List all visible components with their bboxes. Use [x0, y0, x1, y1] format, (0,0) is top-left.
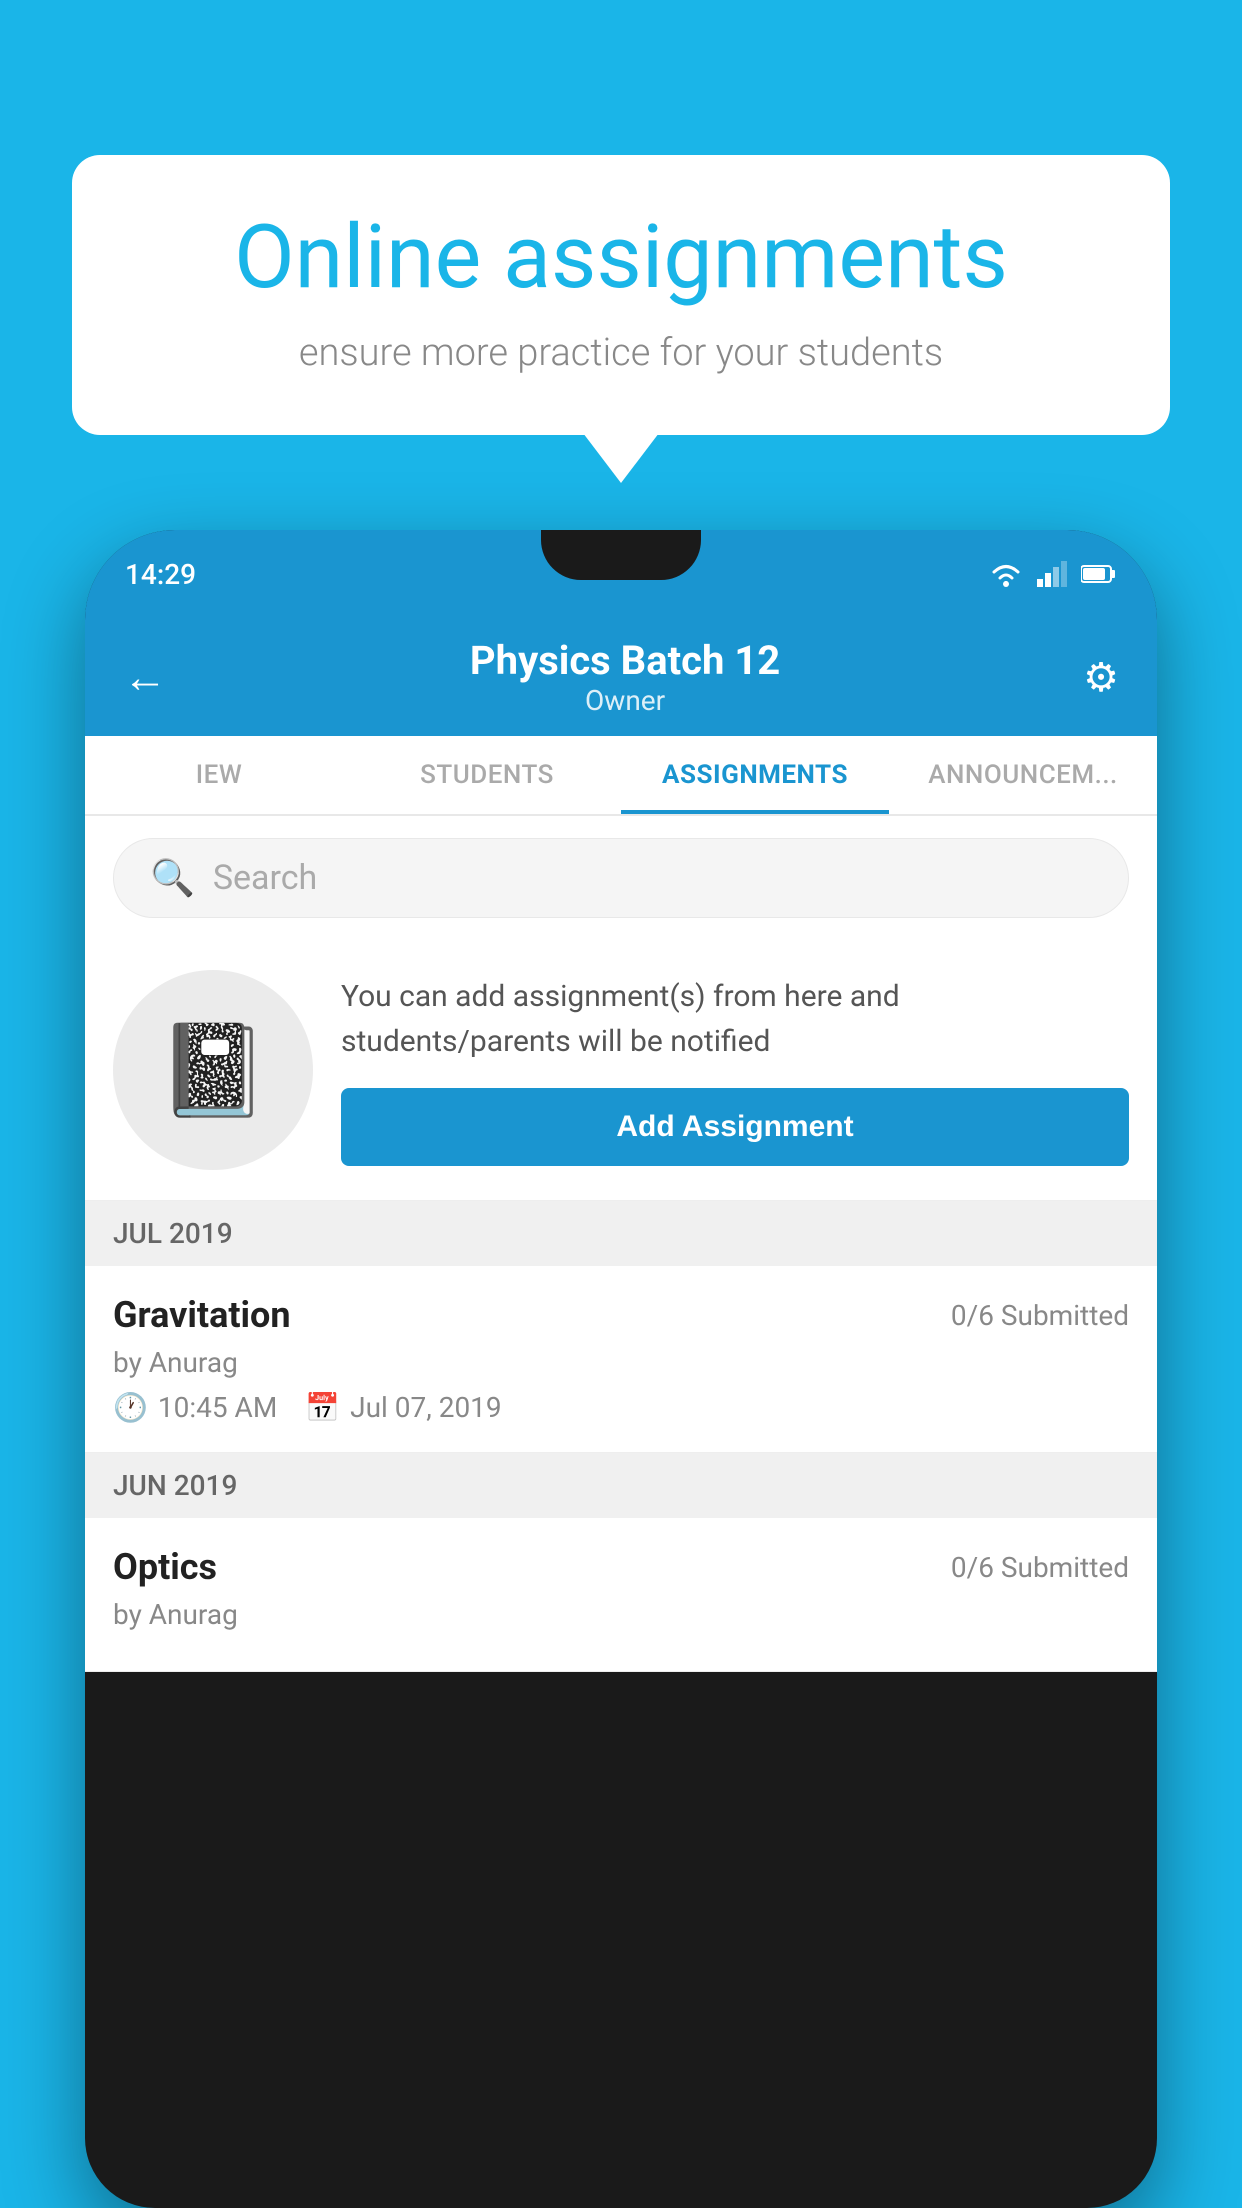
- assignment-author-optics: by Anurag: [113, 1598, 1129, 1631]
- promo-icon-circle: 📓: [113, 970, 313, 1170]
- promo-right: You can add assignment(s) from here and …: [341, 974, 1129, 1166]
- assignment-submitted-gravitation: 0/6 Submitted: [951, 1299, 1129, 1332]
- assignment-submitted-optics: 0/6 Submitted: [951, 1551, 1129, 1584]
- status-time: 14:29: [125, 558, 196, 591]
- speech-bubble: Online assignments ensure more practice …: [72, 155, 1170, 435]
- assignment-author-gravitation: by Anurag: [113, 1346, 1129, 1379]
- search-placeholder: Search: [213, 858, 317, 898]
- phone-frame: 14:29: [85, 530, 1157, 2208]
- promo-section: 📓 You can add assignment(s) from here an…: [85, 940, 1157, 1201]
- assignment-time-gravitation: 10:45 AM: [158, 1391, 277, 1424]
- notch: [541, 530, 701, 580]
- header-title-group: Physics Batch 12 Owner: [167, 637, 1083, 717]
- speech-bubble-subtitle: ensure more practice for your students: [142, 331, 1100, 375]
- search-icon: 🔍: [150, 857, 195, 899]
- assignment-item-top-optics: Optics 0/6 Submitted: [113, 1546, 1129, 1588]
- app-header: ← Physics Batch 12 Owner ⚙: [85, 618, 1157, 736]
- notebook-icon: 📓: [157, 1018, 269, 1123]
- tab-iew[interactable]: IEW: [85, 736, 353, 814]
- search-bar[interactable]: 🔍 Search: [113, 838, 1129, 918]
- section-header-jul: JUL 2019: [85, 1201, 1157, 1266]
- section-header-jun: JUN 2019: [85, 1453, 1157, 1518]
- signal-icon: [1037, 561, 1067, 587]
- settings-button[interactable]: ⚙: [1083, 654, 1119, 701]
- add-assignment-button[interactable]: Add Assignment: [341, 1088, 1129, 1166]
- tab-announcements[interactable]: ANNOUNCEM...: [889, 736, 1157, 814]
- assignment-meta-gravitation: 🕐 10:45 AM 📅 Jul 07, 2019: [113, 1391, 1129, 1424]
- meta-date-gravitation: 📅 Jul 07, 2019: [305, 1391, 501, 1424]
- header-title: Physics Batch 12: [167, 637, 1083, 684]
- battery-icon: [1081, 563, 1117, 585]
- status-bar: 14:29: [85, 530, 1157, 618]
- status-icons: [989, 561, 1117, 587]
- assignment-title-gravitation: Gravitation: [113, 1294, 291, 1336]
- assignment-title-optics: Optics: [113, 1546, 217, 1588]
- meta-time-gravitation: 🕐 10:45 AM: [113, 1391, 277, 1424]
- assignment-item-optics[interactable]: Optics 0/6 Submitted by Anurag: [85, 1518, 1157, 1672]
- calendar-icon: 📅: [305, 1391, 340, 1424]
- wifi-icon: [989, 561, 1023, 587]
- promo-text: You can add assignment(s) from here and …: [341, 974, 1129, 1064]
- search-bar-container: 🔍 Search: [85, 816, 1157, 940]
- speech-bubble-title: Online assignments: [142, 210, 1100, 307]
- back-button[interactable]: ←: [123, 651, 167, 703]
- assignment-date-gravitation: Jul 07, 2019: [350, 1391, 502, 1424]
- tab-students[interactable]: STUDENTS: [353, 736, 621, 814]
- assignment-item-top: Gravitation 0/6 Submitted: [113, 1294, 1129, 1336]
- tabs-bar: IEW STUDENTS ASSIGNMENTS ANNOUNCEM...: [85, 736, 1157, 816]
- phone-container: 14:29: [85, 530, 1157, 2208]
- assignment-item-gravitation[interactable]: Gravitation 0/6 Submitted by Anurag 🕐 10…: [85, 1266, 1157, 1453]
- speech-bubble-container: Online assignments ensure more practice …: [72, 155, 1170, 435]
- header-subtitle: Owner: [167, 684, 1083, 717]
- phone-screen: 🔍 Search 📓 You can add assignment(s) fro…: [85, 816, 1157, 1672]
- tab-assignments[interactable]: ASSIGNMENTS: [621, 736, 889, 814]
- clock-icon: 🕐: [113, 1391, 148, 1424]
